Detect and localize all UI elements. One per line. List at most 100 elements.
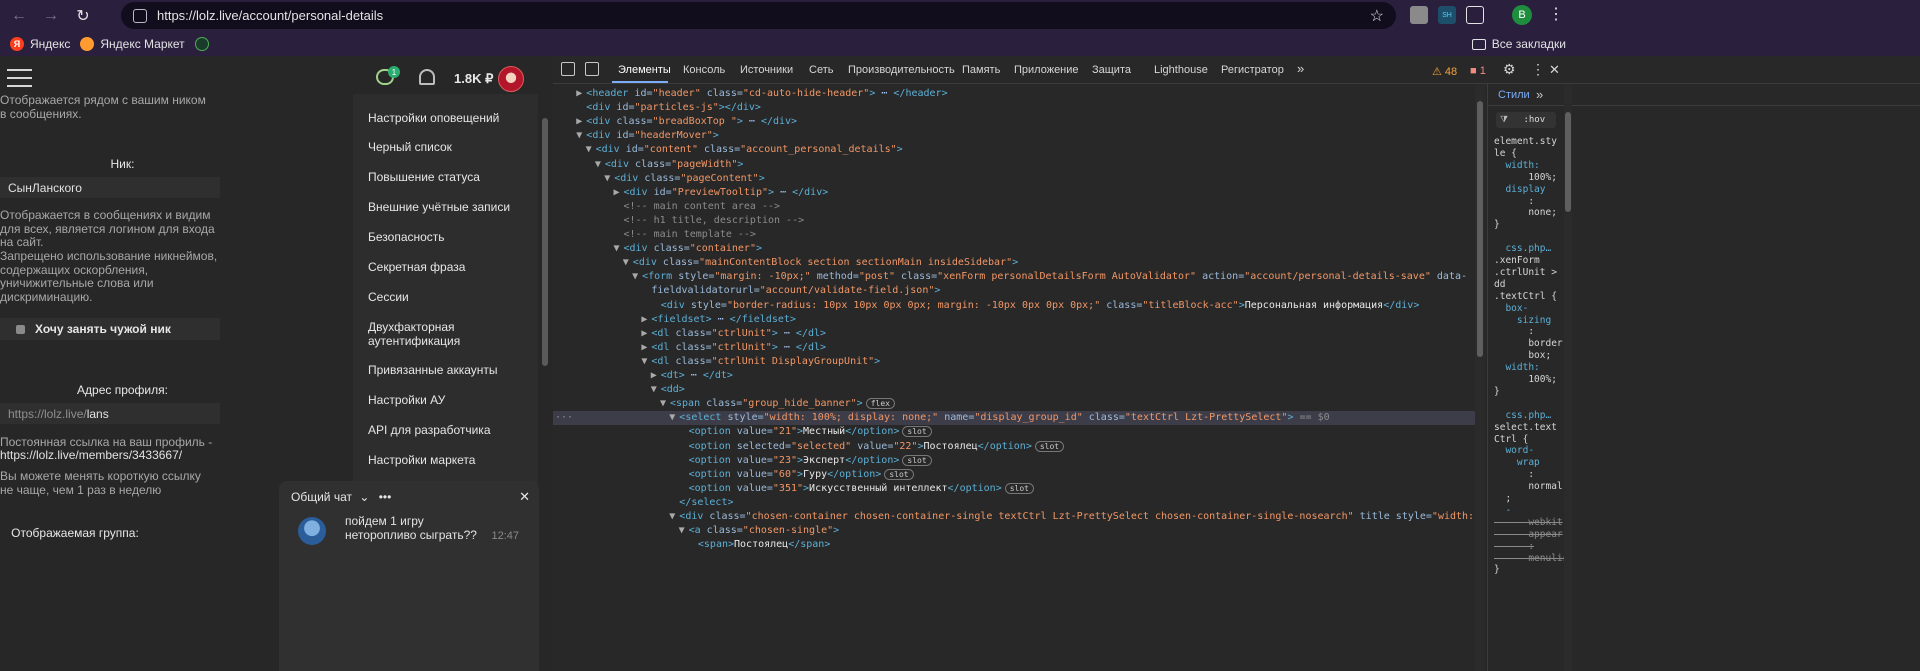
menu-item-status-upgrade[interactable]: Повышение статуса (368, 170, 528, 184)
reload-icon[interactable]: ↻ (72, 5, 94, 27)
menu-item-external-accounts[interactable]: Внешние учётные записи (368, 200, 528, 214)
dom-node-line[interactable]: ▼ <div class="pageContent"> (553, 172, 1475, 186)
hov-toggle[interactable]: :hov (1523, 115, 1545, 125)
extension-shield-icon[interactable]: SH (1438, 6, 1456, 24)
user-avatar[interactable] (498, 66, 524, 92)
tab-sources[interactable]: Источники (740, 64, 793, 76)
devtools-menu-icon[interactable]: ⋮ (1531, 61, 1545, 78)
dom-node-line[interactable]: ▶ <dl class="ctrlUnit"> ⋯ </dl> (553, 341, 1475, 355)
errors-badge[interactable]: ■ 1 (1470, 65, 1486, 77)
close-icon[interactable]: ✕ (519, 489, 530, 505)
dom-scrollbar[interactable] (1475, 85, 1485, 671)
dom-node-line[interactable]: <div style="border-radius: 10px 10px 0px… (553, 299, 1475, 313)
dom-node-line[interactable]: ▶ <div class="breadBoxTop "> ⋯ </div> (553, 115, 1475, 129)
dom-node-line[interactable]: ▼ <span class="group_hide_banner"> flex (553, 397, 1475, 411)
tab-performance[interactable]: Производительность (848, 64, 955, 76)
nick-input[interactable]: СынЛанского (0, 177, 220, 198)
bookmark-yandex-market[interactable]: Яндекс Маркет (80, 37, 185, 51)
dom-node-line[interactable]: <!-- h1 title, description --> (553, 214, 1475, 228)
dom-node-line[interactable]: <option value="351">Искусственный интелл… (553, 482, 1475, 496)
dom-scroll-thumb[interactable] (1477, 101, 1483, 357)
dom-node-line[interactable]: <option value="21">Местный</option> slot (553, 425, 1475, 439)
hamburger-menu-icon[interactable] (7, 69, 32, 87)
menu-item-2fa[interactable]: Двухфакторная аутентификация (368, 320, 478, 348)
dom-node-line[interactable]: ▼ <dl class="ctrlUnit DisplayGroupUnit"> (553, 355, 1475, 369)
tab-application[interactable]: Приложение (1014, 64, 1079, 76)
inspect-element-icon[interactable] (561, 62, 575, 76)
dom-node-line[interactable]: ▼ <a class="chosen-single"> (553, 524, 1475, 538)
tab-lighthouse[interactable]: Lighthouse (1154, 64, 1208, 76)
menu-item-blacklist[interactable]: Черный список (368, 140, 528, 154)
dom-node-line[interactable]: </select> (553, 496, 1475, 510)
menu-item-security[interactable]: Безопасность (368, 230, 528, 244)
tab-styles[interactable]: Стили (1498, 89, 1530, 101)
dom-node-line[interactable]: ▼ <div class="mainContentBlock section se… (553, 256, 1475, 270)
device-toggle-icon[interactable] (585, 62, 599, 76)
back-icon[interactable]: ← (8, 5, 30, 27)
menu-item-sessions[interactable]: Сессии (368, 290, 528, 304)
extension-pocket-icon[interactable] (1410, 6, 1428, 24)
dom-node-line[interactable]: ▼ <dd> (553, 383, 1475, 397)
tab-network[interactable]: Сеть (809, 64, 833, 76)
balance[interactable]: 1.8K ₽ (454, 71, 493, 87)
permalink-url[interactable]: https://lolz.live/members/3433667/ (0, 448, 230, 463)
tab-console[interactable]: Консоль (683, 64, 725, 76)
warnings-badge[interactable]: ⚠ 48 (1432, 65, 1457, 78)
dom-node-line[interactable]: ▼ <form style="margin: -10px;" method="po… (553, 270, 1475, 284)
menu-item-notifications[interactable]: Настройки оповещений (368, 111, 528, 125)
bookmark-star-icon[interactable]: ☆ (1370, 6, 1384, 26)
dom-node-line[interactable]: <option value="23">Эксперт</option> slot (553, 454, 1475, 468)
dom-node-line[interactable]: <option selected="selected" value="22">П… (553, 440, 1475, 454)
styles-scroll-thumb[interactable] (1565, 112, 1571, 212)
devtools-close-icon[interactable]: ✕ (1549, 62, 1560, 78)
dom-node-line[interactable]: ▶ <header id="header" class="cd-auto-hide… (553, 87, 1475, 101)
take-nick-button[interactable]: Хочу занять чужой ник (0, 318, 220, 340)
dom-node-line[interactable]: fieldvalidatorurl="account/validate-fiel… (553, 284, 1475, 298)
more-tabs-icon[interactable]: » (1297, 61, 1304, 76)
dom-node-line[interactable]: ▼ <select style="width: 100%; display: no… (553, 411, 1475, 426)
menu-item-api[interactable]: API для разработчика (368, 423, 528, 437)
forward-icon[interactable]: → (40, 5, 62, 27)
browser-menu-icon[interactable]: ⋮ (1548, 4, 1564, 24)
bell-icon[interactable] (419, 69, 435, 85)
chevron-down-icon[interactable]: ⌄ (359, 490, 369, 504)
dom-node-line[interactable]: ▼ <div id="headerMover"> (553, 129, 1475, 143)
page-scrollbar[interactable] (542, 118, 548, 366)
dom-node-line[interactable]: ▶ <div id="PreviewTooltip"> ⋯ </div> (553, 186, 1475, 200)
dom-node-line[interactable]: ▶ <dl class="ctrlUnit"> ⋯ </dl> (553, 327, 1475, 341)
dom-node-line[interactable]: <span>Постоялец</span> (553, 538, 1475, 552)
extensions-puzzle-icon[interactable] (1466, 6, 1484, 24)
dom-node-line[interactable]: <div id="particles-js"></div> (553, 101, 1475, 115)
dom-node-line[interactable]: <option value="60">Гуру</option> slot (553, 468, 1475, 482)
settings-gear-icon[interactable]: ⚙ (1503, 61, 1516, 78)
dom-node-line[interactable]: <!-- main content area --> (553, 200, 1475, 214)
url-text[interactable]: https://lolz.live/account/personal-detai… (157, 8, 383, 23)
tab-recorder[interactable]: Регистратор (1221, 64, 1284, 76)
chat-user-avatar[interactable] (298, 517, 326, 545)
menu-item-au-settings[interactable]: Настройки АУ (368, 393, 528, 407)
dom-node-line[interactable]: ▼ <div class="container"> (553, 242, 1475, 256)
dom-node-line[interactable]: ▶ <fieldset> ⋯ </fieldset> (553, 313, 1475, 327)
bookmark-extra[interactable] (194, 37, 215, 51)
bookmark-yandex[interactable]: Я Яндекс (10, 37, 70, 51)
tab-memory[interactable]: Память (962, 64, 1000, 76)
dom-node-line[interactable]: ▶ <dt> ⋯ </dt> (553, 369, 1475, 383)
dom-node-line[interactable]: ▼ <div id="content" class="account_person… (553, 143, 1475, 157)
tab-elements[interactable]: Элементы (618, 64, 671, 76)
menu-item-linked-accounts[interactable]: Привязанные аккаунты (368, 363, 528, 377)
menu-item-secret-phrase[interactable]: Секретная фраза (368, 260, 528, 274)
address-bar[interactable]: https://lolz.live/account/personal-detai… (121, 2, 1396, 29)
dom-node-line[interactable]: <!-- main template --> (553, 228, 1475, 242)
dom-node-line[interactable]: ▼ <div class="chosen-container chosen-con… (553, 510, 1475, 524)
menu-item-market-settings[interactable]: Настройки маркета (368, 453, 528, 467)
tab-security[interactable]: Защита (1092, 64, 1131, 76)
dom-node-line[interactable]: ▼ <div class="pageWidth"> (553, 158, 1475, 172)
all-bookmarks-button[interactable]: Все закладки (1471, 37, 1566, 51)
dom-tree[interactable]: ▶ <header id="header" class="cd-auto-hide… (553, 85, 1475, 671)
styles-filter-input[interactable]: ⧩ :hov (1496, 112, 1556, 128)
styles-scrollbar[interactable] (1564, 84, 1572, 671)
chat-title[interactable]: Общий чат ⌄ ••• (291, 490, 391, 504)
site-info-icon[interactable] (133, 8, 147, 23)
profile-avatar[interactable]: B (1512, 5, 1532, 25)
more-icon[interactable]: ••• (379, 490, 392, 504)
